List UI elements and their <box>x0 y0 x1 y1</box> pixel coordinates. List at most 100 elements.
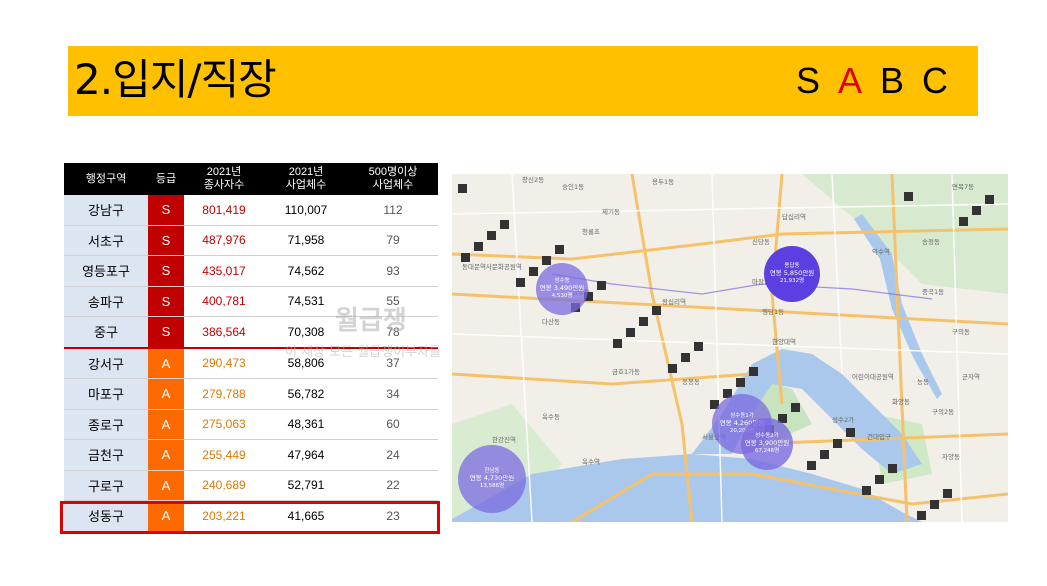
map-label: 중곡1동 <box>922 288 944 296</box>
workers-cell: 487,976 <box>184 225 264 256</box>
bubble-name: 성수동1가 <box>730 411 754 419</box>
station-icon <box>736 378 745 387</box>
table-row: 송파구 S 400,781 74,531 55 <box>64 286 438 317</box>
col-workers: 2021년 종사자수 <box>184 163 264 195</box>
col-grade: 등급 <box>148 163 184 195</box>
station-icon <box>833 439 842 448</box>
station-icon <box>639 317 648 326</box>
station-icon <box>888 464 897 473</box>
grade-legend: SABC <box>778 58 948 104</box>
district-cell: 금천구 <box>64 439 148 471</box>
station-icon <box>807 461 816 470</box>
station-icon <box>930 500 939 509</box>
map-label: 창신2동 <box>522 175 544 184</box>
businesses-cell: 71,958 <box>264 225 348 256</box>
district-cell: 마포구 <box>64 378 148 410</box>
grade-cell: A <box>148 439 184 471</box>
station-icon <box>626 328 635 337</box>
businesses-cell: 52,791 <box>264 470 348 501</box>
map-label: 능동 <box>917 378 929 386</box>
table-row: 영등포구 S 435,017 74,562 93 <box>64 255 438 287</box>
map-label: 행당1동 <box>762 307 784 316</box>
map-label: 용두1동 <box>652 178 674 186</box>
big-businesses-cell: 24 <box>348 439 438 471</box>
district-cell: 서초구 <box>64 225 148 256</box>
station-icon <box>917 511 926 520</box>
station-icon <box>694 342 703 351</box>
station-icon <box>487 231 496 240</box>
workers-cell: 400,781 <box>184 286 264 317</box>
workers-cell: 279,788 <box>184 378 264 410</box>
grade-cell: S <box>148 316 184 348</box>
map-label: 약수역 <box>872 247 890 256</box>
station-icon <box>862 486 871 495</box>
big-businesses-cell: 93 <box>348 255 438 287</box>
station-icon <box>943 489 952 498</box>
businesses-cell: 58,806 <box>264 346 348 379</box>
map-label: 옥수동 <box>542 413 560 421</box>
grade-cell: A <box>148 470 184 501</box>
big-businesses-cell: 37 <box>348 346 438 379</box>
bubble-salary: 연봉 3,900만원 <box>745 438 790 447</box>
station-icon <box>474 242 483 251</box>
businesses-cell: 48,361 <box>264 409 348 440</box>
grade-cell: A <box>148 409 184 440</box>
map-label: 군자역 <box>962 372 980 381</box>
district-cell: 강남구 <box>64 195 148 226</box>
table-row: 강서구 A 290,473 58,806 37 <box>64 346 438 379</box>
highlight-box <box>60 501 440 534</box>
map-label: 한강진역 <box>492 435 516 444</box>
station-icon <box>904 192 913 201</box>
col-district: 행정구역 <box>64 163 148 195</box>
station-icon <box>668 364 677 373</box>
station-icon <box>652 306 661 315</box>
station-icon <box>972 206 981 215</box>
page-title: 2.입지/직장 <box>74 55 277 104</box>
district-cell: 중구 <box>64 316 148 348</box>
big-businesses-cell: 112 <box>348 195 438 226</box>
grade-cell: A <box>148 346 184 379</box>
table-header-row: 행정구역 등급 2021년 종사자수 2021년 사업체수 500명이상 사업체… <box>64 163 438 195</box>
workers-cell: 290,473 <box>184 346 264 379</box>
workers-cell: 255,449 <box>184 439 264 471</box>
businesses-cell: 110,007 <box>264 195 348 226</box>
table-row: 서초구 S 487,976 71,958 79 <box>64 225 438 256</box>
table-body: 강남구 S 801,419 110,007 112 서초구 S 487,976 71,958 79… <box>64 195 438 532</box>
station-icon <box>500 220 509 229</box>
map-label: 왕십리역 <box>662 297 686 306</box>
grade-cell: S <box>148 225 184 256</box>
map-label: 청룡초 <box>582 228 600 236</box>
map-label: 성수2가 <box>832 415 854 424</box>
district-cell: 영등포구 <box>64 255 148 287</box>
businesses-cell: 47,964 <box>264 439 348 471</box>
table-row: 종로구 A 275,063 48,361 60 <box>64 409 438 440</box>
map-label: 동대문역사문화공원역 <box>462 262 522 271</box>
big-businesses-cell: 22 <box>348 470 438 501</box>
businesses-cell: 56,782 <box>264 378 348 410</box>
workers-cell: 435,017 <box>184 255 264 287</box>
map-label: 금호1가동 <box>612 367 640 376</box>
station-icon <box>875 475 884 484</box>
map-label: 자양동 <box>942 452 960 461</box>
station-icon <box>681 353 690 362</box>
bubble-salary: 연봉 5,850만원 <box>770 268 815 277</box>
district-cell: 구로구 <box>64 470 148 501</box>
businesses-cell: 70,308 <box>264 316 348 348</box>
map-label: 건대입구 <box>867 432 891 441</box>
col-big-businesses: 500명이상 사업체수 <box>348 163 438 195</box>
grade-cell: S <box>148 286 184 317</box>
map-label: 구의동 <box>952 327 970 336</box>
map-label: 숭인1동 <box>562 182 584 191</box>
bubble-name: 성수동 <box>554 276 569 284</box>
big-businesses-cell: 78 <box>348 316 438 348</box>
table-row: 구로구 A 240,689 52,791 22 <box>64 470 438 501</box>
bubble-count: 67,246명 <box>755 447 779 454</box>
businesses-cell: 74,531 <box>264 286 348 317</box>
big-businesses-cell: 55 <box>348 286 438 317</box>
grade-c: C <box>922 60 948 101</box>
bubble-salary: 연봉 4,730만원 <box>470 473 515 482</box>
bubble-count: 13,586명 <box>480 482 504 489</box>
big-businesses-cell: 60 <box>348 409 438 440</box>
big-businesses-cell: 34 <box>348 378 438 410</box>
map-label: 어린이대공원역 <box>852 372 894 381</box>
